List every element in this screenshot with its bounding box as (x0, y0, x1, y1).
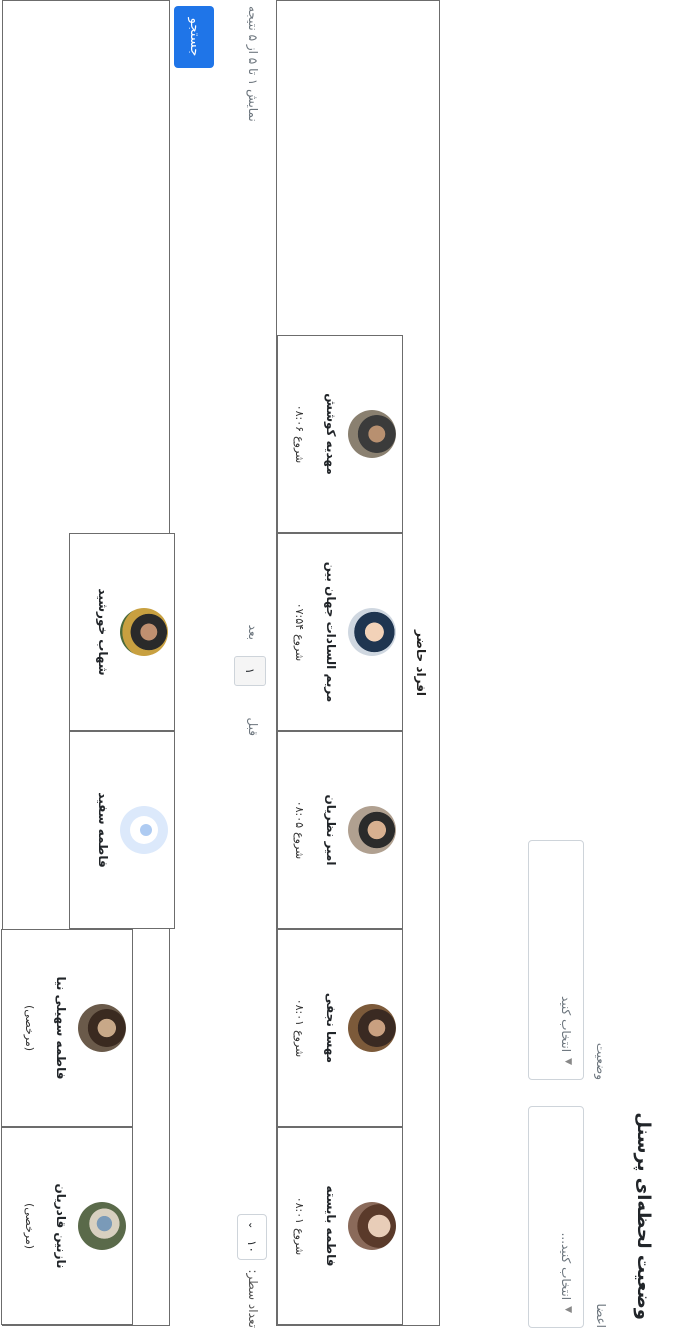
person-card[interactable]: مهدیه کوشش شروع ۰۸:۰۶ (277, 335, 403, 533)
start-label: شروع (293, 1228, 306, 1256)
start-label: شروع (293, 832, 306, 860)
avatar (348, 608, 396, 656)
start-time-value: ۰۸:۰۱ (293, 998, 306, 1027)
status-label: وضعیت (594, 1042, 608, 1080)
leave-note: (مرخصی) (23, 1202, 36, 1250)
person-name: مهسا نجفی (324, 992, 338, 1064)
rows-per-page-value: ۱۰ (245, 1240, 259, 1253)
rows-per-page-select[interactable]: ۱۰ ⌄ (237, 1214, 267, 1260)
chevron-down-icon: ▼ (563, 1306, 573, 1313)
avatar (348, 806, 396, 854)
start-label: شروع (293, 634, 306, 662)
avatar (78, 1202, 126, 1250)
person-card[interactable]: فاطمه سهیلی نیا (مرخصی) (1, 929, 133, 1127)
person-name: فاطمه سفید (96, 792, 110, 868)
start-time-value: ۰۸:۰۱ (293, 1196, 306, 1225)
rows-per-page-label: تعداد سطر: (246, 1269, 260, 1328)
user-placeholder-icon (120, 806, 168, 854)
person-name: نازنین قادریان (54, 1183, 68, 1269)
person-name: امیر نظریان (324, 794, 338, 866)
start-time-value: ۰۷:۵۴ (293, 602, 306, 631)
person-card[interactable]: مریم السادات جهان بین شروع ۰۷:۵۴ (277, 533, 403, 731)
person-name: فاطمه بایسته (324, 1185, 338, 1267)
avatar (348, 1202, 396, 1250)
search-button[interactable]: جستجو (174, 6, 214, 68)
prev-page-button[interactable]: قبل (246, 718, 260, 736)
members-label: اعضا (594, 1303, 608, 1328)
person-name: مریم السادات جهان بین (324, 561, 338, 703)
start-time-value: ۰۸:۰۵ (293, 800, 306, 829)
avatar (120, 608, 168, 656)
avatar (348, 410, 396, 458)
status-placeholder: انتخاب کنید (559, 996, 573, 1053)
rotated-stage: وضعیت لحظه‌ای پرسنل اعضا ▼ انتخاب کنید..… (0, 0, 684, 1336)
page-title: وضعیت لحظه‌ای پرسنل (633, 1112, 654, 1320)
present-section-title: افراد حاضر (414, 629, 428, 697)
start-time-value: ۰۸:۰۶ (293, 404, 306, 433)
avatar (348, 1004, 396, 1052)
start-label: شروع (293, 1030, 306, 1058)
members-placeholder: انتخاب کنید... (559, 1232, 573, 1301)
start-time: شروع ۰۷:۵۴ (293, 534, 306, 730)
start-time: شروع ۰۸:۰۱ (293, 930, 306, 1126)
avatar (78, 1004, 126, 1052)
person-card[interactable]: نازنین قادریان (مرخصی) (1, 1127, 133, 1325)
absent-section: افراد غایب نازنین قادریان (مرخصی) فاطمه … (1, 0, 175, 1326)
start-time: شروع ۰۸:۰۶ (293, 336, 306, 532)
next-page-button[interactable]: بعد (246, 625, 260, 640)
page-number-button[interactable]: ۱ (234, 656, 266, 686)
person-card[interactable]: فاطمه بایسته شروع ۰۸:۰۱ (277, 1127, 403, 1325)
chevron-down-icon: ⌄ (246, 1221, 258, 1230)
person-name: فاطمه سهیلی نیا (54, 976, 68, 1080)
start-label: شروع (293, 436, 306, 464)
person-card[interactable]: شهاب خورشید (69, 533, 175, 731)
start-time: شروع ۰۸:۰۵ (293, 732, 306, 928)
chevron-down-icon: ▼ (563, 1058, 573, 1065)
page: وضعیت لحظه‌ای پرسنل اعضا ▼ انتخاب کنید..… (0, 0, 684, 1336)
results-summary: نمایش ۱ تا ۵ از ۵ نتیجه (246, 6, 260, 122)
status-select[interactable]: ▼ انتخاب کنید (528, 840, 584, 1080)
leave-note: (مرخصی) (23, 1004, 36, 1052)
person-card[interactable]: امیر نظریان شروع ۰۸:۰۵ (277, 731, 403, 929)
person-card[interactable]: مهسا نجفی شروع ۰۸:۰۱ (277, 929, 403, 1127)
start-time: شروع ۰۸:۰۱ (293, 1128, 306, 1324)
present-section: افراد حاضر فاطمه بایسته شروع ۰۸:۰۱ مهسا ن… (276, 0, 440, 1326)
person-card[interactable]: فاطمه سفید (69, 731, 175, 929)
person-name: شهاب خورشید (96, 588, 110, 676)
person-name: مهدیه کوشش (324, 393, 338, 475)
members-select[interactable]: ▼ انتخاب کنید... (528, 1106, 584, 1328)
